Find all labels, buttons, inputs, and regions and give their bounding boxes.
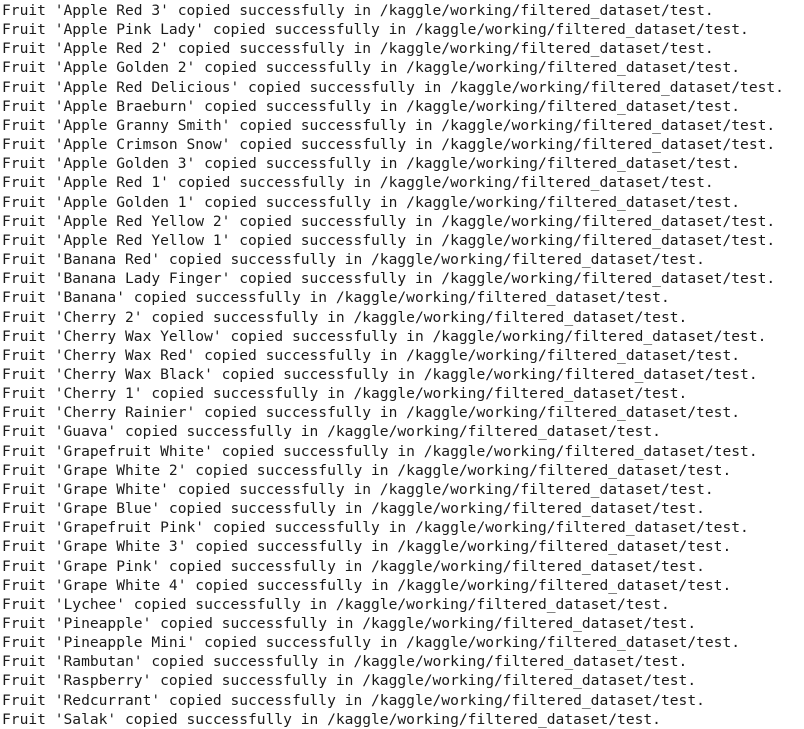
console-log-line: Fruit 'Banana Lady Finger' copied succes… (2, 270, 776, 288)
console-log-line: Fruit 'Cherry Wax Yellow' copied success… (2, 327, 767, 345)
console-log-line: Fruit 'Apple Golden 3' copied successful… (2, 155, 741, 173)
console-log-line: Fruit 'Grape White 4' copied successfull… (2, 576, 732, 594)
console-log-line: Fruit 'Pineapple Mini' copied successful… (2, 634, 741, 652)
console-log-line: Fruit 'Redcurrant' copied successfully i… (2, 691, 705, 709)
console-log-line: Fruit 'Banana' copied successfully in /k… (2, 289, 670, 307)
console-log-line: Fruit 'Cherry 1' copied successfully in … (2, 385, 688, 403)
console-log-line: Fruit 'Grape White 3' copied successfull… (2, 538, 732, 556)
console-log-line: Fruit 'Apple Red Delicious' copied succe… (2, 78, 784, 96)
console-log-line: Fruit 'Grapefruit White' copied successf… (2, 442, 758, 460)
console-log-line: Fruit 'Guava' copied successfully in /ka… (2, 423, 661, 441)
console-log-line: Fruit 'Apple Golden 2' copied successful… (2, 59, 741, 77)
console-log-line: Fruit 'Raspberry' copied successfully in… (2, 672, 697, 690)
console-log-line: Fruit 'Apple Red Yellow 1' copied succes… (2, 231, 776, 249)
console-log-line: Fruit 'Apple Pink Lady' copied successfu… (2, 21, 749, 39)
console-log-line: Fruit 'Apple Red 3' copied successfully … (2, 2, 714, 19)
console-log-line: Fruit 'Cherry Rainier' copied successful… (2, 404, 741, 422)
console-log-line: Fruit 'Cherry Wax Black' copied successf… (2, 365, 758, 383)
console-log-line: Fruit 'Cherry Wax Red' copied successful… (2, 346, 741, 364)
console-log-line: Fruit 'Salak' copied successfully in /ka… (2, 710, 661, 728)
console-log-line: Fruit 'Pineapple' copied successfully in… (2, 615, 697, 632)
console-log-line: Fruit 'Lychee' copied successfully in /k… (2, 595, 670, 613)
console-log-line: Fruit 'Rambutan' copied successfully in … (2, 653, 688, 671)
console-log-line: Fruit 'Grape White' copied successfully … (2, 480, 714, 498)
console-log-line: Fruit 'Apple Golden 1' copied successful… (2, 193, 741, 211)
console-log-line: Fruit 'Apple Granny Smith' copied succes… (2, 116, 776, 134)
console-log-line: Fruit 'Grape Pink' copied successfully i… (2, 557, 705, 575)
console-log-line: Fruit 'Banana Red' copied successfully i… (2, 251, 705, 269)
console-output-panel: Fruit 'Apple Red 3' copied successfully … (0, 0, 804, 728)
console-log-line: Fruit 'Cherry 2' copied successfully in … (2, 308, 688, 326)
console-log-line: Fruit 'Grapefruit Pink' copied successfu… (2, 519, 749, 537)
console-log-line: Fruit 'Apple Braeburn' copied successful… (2, 97, 741, 115)
console-log-line: Fruit 'Apple Crimson Snow' copied succes… (2, 136, 776, 154)
console-log-line: Fruit 'Apple Red 2' copied successfully … (2, 40, 714, 58)
console-log-line: Fruit 'Apple Red Yellow 2' copied succes… (2, 212, 776, 230)
console-log-line: Fruit 'Apple Red 1' copied successfully … (2, 174, 714, 192)
console-log-line: Fruit 'Grape Blue' copied successfully i… (2, 500, 705, 518)
console-log-line: Fruit 'Grape White 2' copied successfull… (2, 461, 732, 479)
